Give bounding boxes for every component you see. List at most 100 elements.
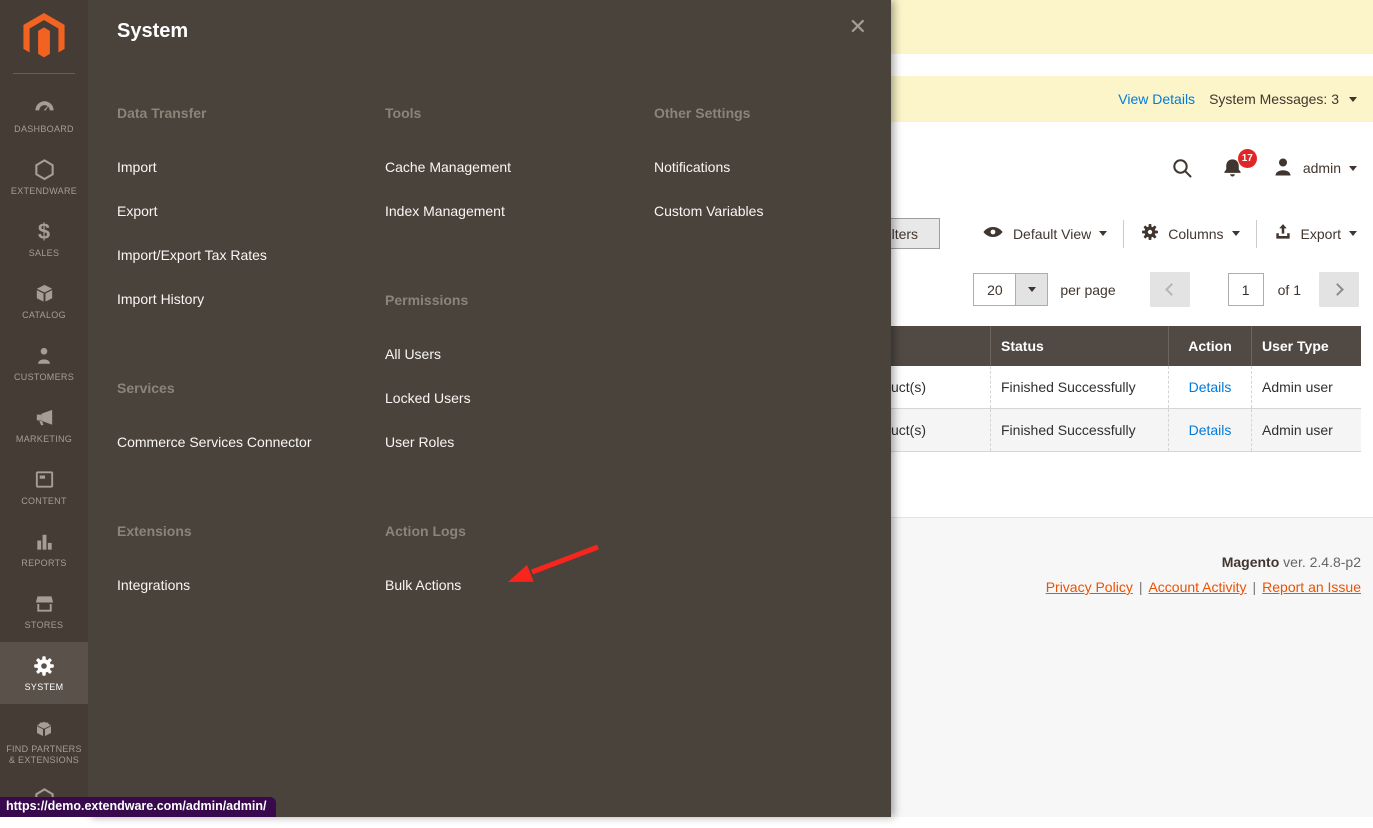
store-icon <box>32 592 56 616</box>
sidebar-item-marketing[interactable]: MARKETING <box>0 394 88 456</box>
details-link[interactable]: Details <box>1189 379 1232 395</box>
status-url-tooltip: https://demo.extendware.com/admin/admin/ <box>0 797 276 817</box>
chevron-down-icon <box>1349 231 1357 236</box>
menu-item-import-export-tax-rates[interactable]: Import/Export Tax Rates <box>117 247 377 264</box>
menu-section-title: Permissions <box>385 292 645 309</box>
annotation-arrow <box>498 538 608 593</box>
status-cell: Finished Successfully <box>990 366 1168 408</box>
sidebar-item-system[interactable]: SYSTEM <box>0 642 88 704</box>
search-icon[interactable] <box>1170 156 1194 180</box>
chevron-down-icon <box>1028 287 1036 292</box>
view-details-link[interactable]: View Details <box>1118 91 1195 107</box>
menu-item-integrations[interactable]: Integrations <box>117 577 377 594</box>
notifications-count-badge: 17 <box>1238 149 1257 168</box>
status-cell: Finished Successfully <box>990 409 1168 451</box>
magento-brand: Magento <box>1222 554 1280 570</box>
menu-section-title: Services <box>117 380 377 397</box>
chevron-down-icon <box>1349 166 1357 171</box>
sidebar-item-label: CATALOG <box>22 310 66 321</box>
view-switcher[interactable]: Default View <box>981 220 1107 247</box>
menu-item-commerce-services-connector[interactable]: Commerce Services Connector <box>117 434 377 451</box>
chevron-down-icon <box>1099 231 1107 236</box>
menu-item-custom-variables[interactable]: Custom Variables <box>654 203 879 220</box>
magento-version: ver. 2.4.8-p2 <box>1283 554 1361 570</box>
sidebar-item-sales[interactable]: $ SALES <box>0 208 88 270</box>
window-icon <box>32 468 56 492</box>
sidebar-item-dashboard[interactable]: DASHBOARD <box>0 84 88 146</box>
sidebar-item-label: SYSTEM <box>25 682 64 693</box>
sidebar-item-extendware[interactable]: EXTENDWARE <box>0 146 88 208</box>
system-flyout-menu: System ✕ Data Transfer Import Export Imp… <box>88 0 891 817</box>
page-size-dropdown-button[interactable] <box>1015 274 1047 305</box>
chevron-left-icon <box>1165 283 1178 296</box>
gear-icon <box>1140 222 1160 245</box>
menu-item-notifications[interactable]: Notifications <box>654 159 879 176</box>
sidebar-item-label: REPORTS <box>21 558 66 569</box>
admin-user-menu[interactable]: admin <box>1271 155 1357 182</box>
pagination: 20 per page of 1 <box>973 272 1359 307</box>
sidebar-item-catalog[interactable]: CATALOG <box>0 270 88 332</box>
menu-section-title: Extensions <box>117 523 377 540</box>
grid-header-status[interactable]: Status <box>990 326 1168 366</box>
menu-section-title: Other Settings <box>654 105 879 122</box>
details-link[interactable]: Details <box>1189 422 1232 438</box>
notifications-bell-icon[interactable]: 17 <box>1220 156 1245 181</box>
menu-item-import-history[interactable]: Import History <box>117 291 377 308</box>
export-icon <box>1273 222 1293 245</box>
user-icon <box>1271 155 1295 182</box>
page-size-select[interactable]: 20 <box>973 273 1048 306</box>
separator: | <box>1139 579 1143 595</box>
sidebar-item-find-partners[interactable]: FIND PARTNERS & EXTENSIONS <box>0 704 88 778</box>
magento-logo[interactable] <box>0 0 88 84</box>
divider <box>1256 220 1257 248</box>
sidebar-item-content[interactable]: CONTENT <box>0 456 88 518</box>
account-activity-link[interactable]: Account Activity <box>1148 579 1246 595</box>
sidebar-item-label: DASHBOARD <box>14 124 74 135</box>
sidebar-item-label: STORES <box>25 620 64 631</box>
dollar-icon: $ <box>32 220 56 244</box>
dashboard-icon <box>32 96 56 120</box>
sidebar-item-customers[interactable]: CUSTOMERS <box>0 332 88 394</box>
sidebar-item-label: EXTENDWARE <box>11 186 77 197</box>
megaphone-icon <box>32 406 56 430</box>
menu-item-import[interactable]: Import <box>117 159 377 176</box>
menu-item-export[interactable]: Export <box>117 203 377 220</box>
admin-sidebar: DASHBOARD EXTENDWARE $ SALES CATALOG CUS… <box>0 0 88 817</box>
current-page-input[interactable] <box>1228 273 1264 306</box>
page-size-value: 20 <box>974 274 1015 305</box>
sidebar-item-stores[interactable]: STORES <box>0 580 88 642</box>
per-page-label: per page <box>1060 282 1115 298</box>
brick-icon <box>32 716 56 740</box>
sidebar-item-label: SALES <box>29 248 60 259</box>
next-page-button[interactable] <box>1319 272 1359 307</box>
menu-item-user-roles[interactable]: User Roles <box>385 434 645 451</box>
user-name: admin <box>1303 160 1341 176</box>
sidebar-item-label: FIND PARTNERS & EXTENSIONS <box>4 744 84 766</box>
menu-section-title: Tools <box>385 105 645 122</box>
sidebar-item-label: CUSTOMERS <box>14 372 74 383</box>
menu-item-index-management[interactable]: Index Management <box>385 203 645 220</box>
gear-icon <box>32 654 56 678</box>
eye-icon <box>981 220 1005 247</box>
previous-page-button[interactable] <box>1150 272 1190 307</box>
chevron-down-icon[interactable] <box>1349 97 1357 102</box>
chevron-right-icon <box>1331 283 1344 296</box>
hexagon-icon <box>32 158 56 182</box>
divider <box>1123 220 1124 248</box>
menu-item-all-users[interactable]: All Users <box>385 346 645 363</box>
close-icon[interactable]: ✕ <box>849 16 867 38</box>
sidebar-item-label: MARKETING <box>16 434 72 445</box>
privacy-policy-link[interactable]: Privacy Policy <box>1046 579 1133 595</box>
system-messages-label[interactable]: System Messages: 3 <box>1209 91 1339 107</box>
grid-header-action[interactable]: Action <box>1168 326 1251 366</box>
report-issue-link[interactable]: Report an Issue <box>1262 579 1361 595</box>
menu-item-locked-users[interactable]: Locked Users <box>385 390 645 407</box>
menu-item-cache-management[interactable]: Cache Management <box>385 159 645 176</box>
svg-text:$: $ <box>38 219 50 244</box>
menu-section-title: Data Transfer <box>117 105 377 122</box>
admin-header: 17 admin <box>1170 148 1357 188</box>
columns-control[interactable]: Columns <box>1140 222 1239 245</box>
export-control[interactable]: Export <box>1273 222 1357 245</box>
grid-header-user-type[interactable]: User Type <box>1251 326 1361 366</box>
sidebar-item-reports[interactable]: REPORTS <box>0 518 88 580</box>
